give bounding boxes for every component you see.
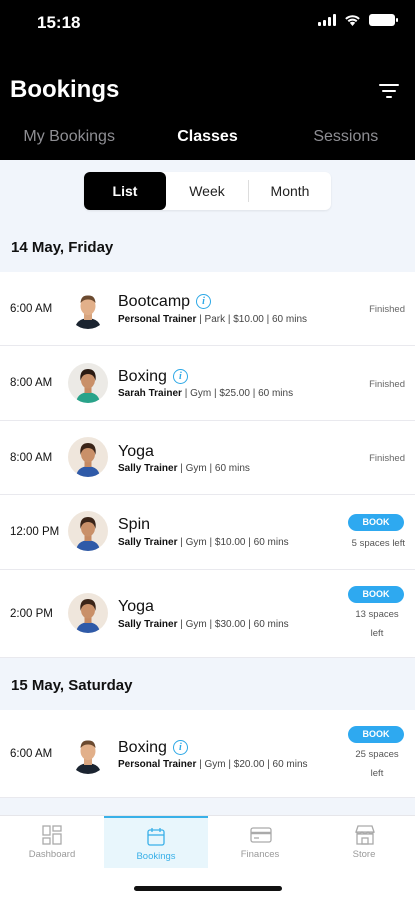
class-time: 8:00 AM — [10, 377, 53, 389]
dashboard-icon — [42, 825, 62, 845]
view-list-button[interactable]: List — [84, 172, 166, 210]
info-icon[interactable]: i — [172, 740, 188, 755]
store-icon — [355, 825, 375, 845]
class-title: Yoga — [118, 598, 154, 615]
class-meta: | Gym | $10.00 | 60 mins — [177, 537, 289, 548]
trainer-avatar-female — [68, 363, 108, 403]
class-name: Yoga — [118, 598, 154, 616]
class-meta: | Gym | $25.00 | 60 mins — [181, 388, 294, 399]
class-details: Personal Trainer | Gym | $20.00 | 60 min… — [118, 759, 308, 770]
spaces-line: 13 spaces — [355, 609, 399, 620]
day-date: 15 May, Saturday — [11, 677, 133, 694]
class-details: Sally Trainer | Gym | $30.00 | 60 mins — [118, 619, 289, 630]
page-title: Bookings — [10, 76, 120, 103]
booking-tabs: My Bookings Classes Sessions — [0, 118, 415, 158]
tab-classes[interactable]: Classes — [138, 118, 276, 158]
view-week-button[interactable]: Week — [166, 172, 248, 210]
tab-my-bookings[interactable]: My Bookings — [0, 118, 138, 158]
trainer-name: Sally Trainer — [118, 619, 178, 630]
class-title: Spin — [118, 516, 151, 533]
class-title: Bootcamp — [118, 293, 191, 310]
book-button[interactable]: BOOK — [348, 586, 404, 603]
class-status: Finished — [369, 304, 405, 315]
trainer-name: Sally Trainer — [118, 463, 178, 474]
class-name: Yoga — [118, 443, 154, 461]
nav-label: Finances — [240, 849, 280, 860]
class-title: Boxing — [118, 739, 167, 756]
class-row[interactable]: 2:00 PM Yoga Sally Trainer | Gym | $30.0… — [0, 570, 415, 658]
class-details: Personal Trainer | Park | $10.00 | 60 mi… — [118, 314, 307, 325]
info-icon[interactable]: i — [196, 294, 212, 309]
status-icons — [318, 14, 398, 26]
status-bar: 15:18 — [0, 0, 415, 48]
class-details: Sally Trainer | Gym | $10.00 | 60 mins — [118, 537, 289, 548]
trainer-avatar-male — [68, 734, 108, 774]
class-time: 8:00 AM — [10, 452, 53, 464]
spaces-line: left — [370, 768, 384, 779]
app-header: 15:18 Bookings My Bookings Classes Sessi… — [0, 0, 415, 160]
status-time: 15:18 — [37, 13, 81, 32]
day-header: 14 May, Friday — [0, 226, 415, 272]
class-status: Finished — [369, 379, 405, 390]
class-row[interactable]: 8:00 AM Boxing i Sarah Trainer | Gym | $2… — [0, 346, 415, 421]
trainer-avatar-female — [68, 593, 108, 633]
class-meta: | Gym | 60 mins — [177, 463, 250, 474]
class-row[interactable]: 6:00 AM Bootcamp i Personal Trainer | Par… — [0, 272, 415, 346]
nav-label: Dashboard — [28, 849, 76, 860]
class-title: Boxing — [118, 368, 167, 385]
tab-sessions[interactable]: Sessions — [277, 118, 415, 158]
filter-icon[interactable] — [379, 83, 399, 99]
spaces-left: 25 spaces left — [349, 745, 405, 783]
nav-label: Bookings — [136, 851, 176, 862]
class-meta: | Gym | $30.00 | 60 mins — [177, 619, 289, 630]
signal-icon — [318, 14, 336, 26]
trainer-avatar-male — [68, 289, 108, 329]
nav-finances[interactable]: Finances — [208, 816, 312, 868]
trainer-name: Sarah Trainer — [118, 388, 182, 399]
nav-bookings[interactable]: Bookings — [104, 816, 208, 868]
trainer-avatar-female — [68, 437, 108, 477]
class-title: Yoga — [118, 443, 154, 460]
class-name: Boxing i — [118, 368, 188, 386]
class-details: Sally Trainer | Gym | 60 mins — [118, 463, 250, 474]
class-row[interactable]: 12:00 PM Spin Sally Trainer | Gym | $10.… — [0, 495, 415, 570]
class-details: Sarah Trainer | Gym | $25.00 | 60 mins — [118, 388, 293, 399]
day-header: 15 May, Saturday — [0, 664, 415, 710]
class-name: Boxing i — [118, 739, 188, 757]
class-time: 6:00 AM — [10, 303, 53, 315]
battery-icon — [369, 14, 398, 26]
book-button[interactable]: BOOK — [348, 514, 404, 531]
class-name: Spin — [118, 516, 150, 534]
view-month-button[interactable]: Month — [249, 172, 331, 210]
card-icon — [250, 827, 272, 843]
home-indicator[interactable] — [134, 886, 282, 891]
class-meta: | Gym | $20.00 | 60 mins — [196, 759, 308, 770]
wifi-icon — [345, 15, 360, 26]
class-time: 12:00 PM — [10, 526, 60, 538]
spaces-left: 13 spaces left — [349, 605, 405, 643]
class-time: 6:00 AM — [10, 748, 53, 760]
class-time: 2:00 PM — [10, 608, 53, 620]
calendar-icon — [147, 828, 165, 846]
book-button[interactable]: BOOK — [348, 726, 404, 743]
trainer-name: Personal Trainer — [118, 314, 197, 325]
class-name: Bootcamp i — [118, 293, 212, 311]
class-status: Finished — [369, 453, 405, 464]
class-row[interactable]: 6:00 AM Boxing i Personal Trainer | Gym |… — [0, 710, 415, 798]
nav-label: Store — [352, 849, 376, 860]
class-meta: | Park | $10.00 | 60 mins — [196, 314, 307, 325]
view-toggle: List Week Month — [84, 172, 331, 210]
spaces-line: left — [370, 628, 384, 639]
trainer-name: Personal Trainer — [118, 759, 197, 770]
nav-dashboard[interactable]: Dashboard — [0, 816, 104, 868]
day-date: 14 May, Friday — [11, 239, 114, 256]
info-icon[interactable]: i — [172, 369, 188, 384]
class-row[interactable]: 8:00 AM Yoga Sally Trainer | Gym | 60 mi… — [0, 421, 415, 495]
spaces-line: 25 spaces — [355, 749, 399, 760]
spaces-left: 5 spaces left — [351, 538, 405, 549]
trainer-avatar-female — [68, 511, 108, 551]
trainer-name: Sally Trainer — [118, 537, 178, 548]
nav-store[interactable]: Store — [312, 816, 415, 868]
